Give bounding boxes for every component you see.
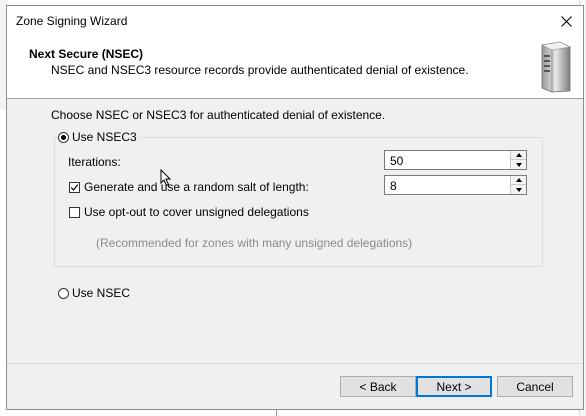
window-title: Zone Signing Wizard	[16, 14, 128, 28]
zone-signing-wizard-dialog: Zone Signing Wizard Next Secure (NSEC) N…	[6, 5, 584, 410]
salt-length-spinner[interactable]: 8	[384, 175, 527, 195]
mouse-cursor-icon	[160, 169, 172, 187]
iterations-label: Iterations:	[68, 155, 121, 169]
radio-indicator[interactable]	[58, 287, 69, 299]
next-button[interactable]: Next >	[416, 376, 492, 397]
random-salt-checkbox-row[interactable]: Generate and use a random salt of length…	[69, 180, 309, 194]
page-title: Next Secure (NSEC)	[29, 47, 144, 61]
use-nsec3-label: Use NSEC3	[72, 130, 137, 144]
chevron-up-icon	[515, 178, 522, 182]
title-bar: Zone Signing Wizard	[7, 6, 583, 36]
iterations-value[interactable]: 50	[390, 154, 403, 168]
iterations-spinner[interactable]: 50	[384, 150, 527, 170]
cancel-button[interactable]: Cancel	[497, 376, 573, 397]
salt-length-value[interactable]: 8	[390, 179, 397, 193]
radio-indicator[interactable]	[58, 131, 69, 143]
chevron-down-icon	[515, 187, 522, 192]
opt-out-label: Use opt-out to cover unsigned delegation…	[84, 205, 309, 219]
random-salt-checkbox[interactable]	[69, 181, 80, 193]
use-nsec3-radio[interactable]: Use NSEC3	[58, 130, 140, 144]
use-nsec-label: Use NSEC	[72, 286, 131, 300]
opt-out-checkbox-row[interactable]: Use opt-out to cover unsigned delegation…	[69, 205, 309, 219]
footer-divider	[7, 363, 583, 364]
close-icon	[560, 15, 572, 27]
back-button[interactable]: < Back	[340, 376, 416, 397]
salt-length-decrement-button[interactable]	[511, 185, 526, 194]
close-button[interactable]	[549, 6, 583, 36]
wizard-header: Next Secure (NSEC) NSEC and NSEC3 resour…	[7, 36, 583, 99]
iterations-decrement-button[interactable]	[511, 160, 526, 169]
opt-out-checkbox[interactable]	[69, 206, 80, 218]
choice-prompt: Choose NSEC or NSEC3 for authenticated d…	[51, 108, 386, 122]
chevron-down-icon	[515, 162, 522, 167]
opt-out-hint: (Recommended for zones with many unsigne…	[96, 236, 413, 250]
iterations-increment-button[interactable]	[511, 151, 526, 160]
checkmark-icon	[70, 183, 79, 191]
random-salt-label: Generate and use a random salt of length…	[84, 180, 309, 194]
page-description: NSEC and NSEC3 resource records provide …	[51, 63, 469, 77]
iterations-spin-buttons	[510, 151, 526, 169]
salt-length-increment-button[interactable]	[511, 176, 526, 185]
use-nsec-radio[interactable]: Use NSEC	[58, 286, 134, 300]
salt-length-spin-buttons	[510, 176, 526, 194]
chevron-up-icon	[515, 153, 522, 157]
server-icon	[541, 41, 571, 93]
